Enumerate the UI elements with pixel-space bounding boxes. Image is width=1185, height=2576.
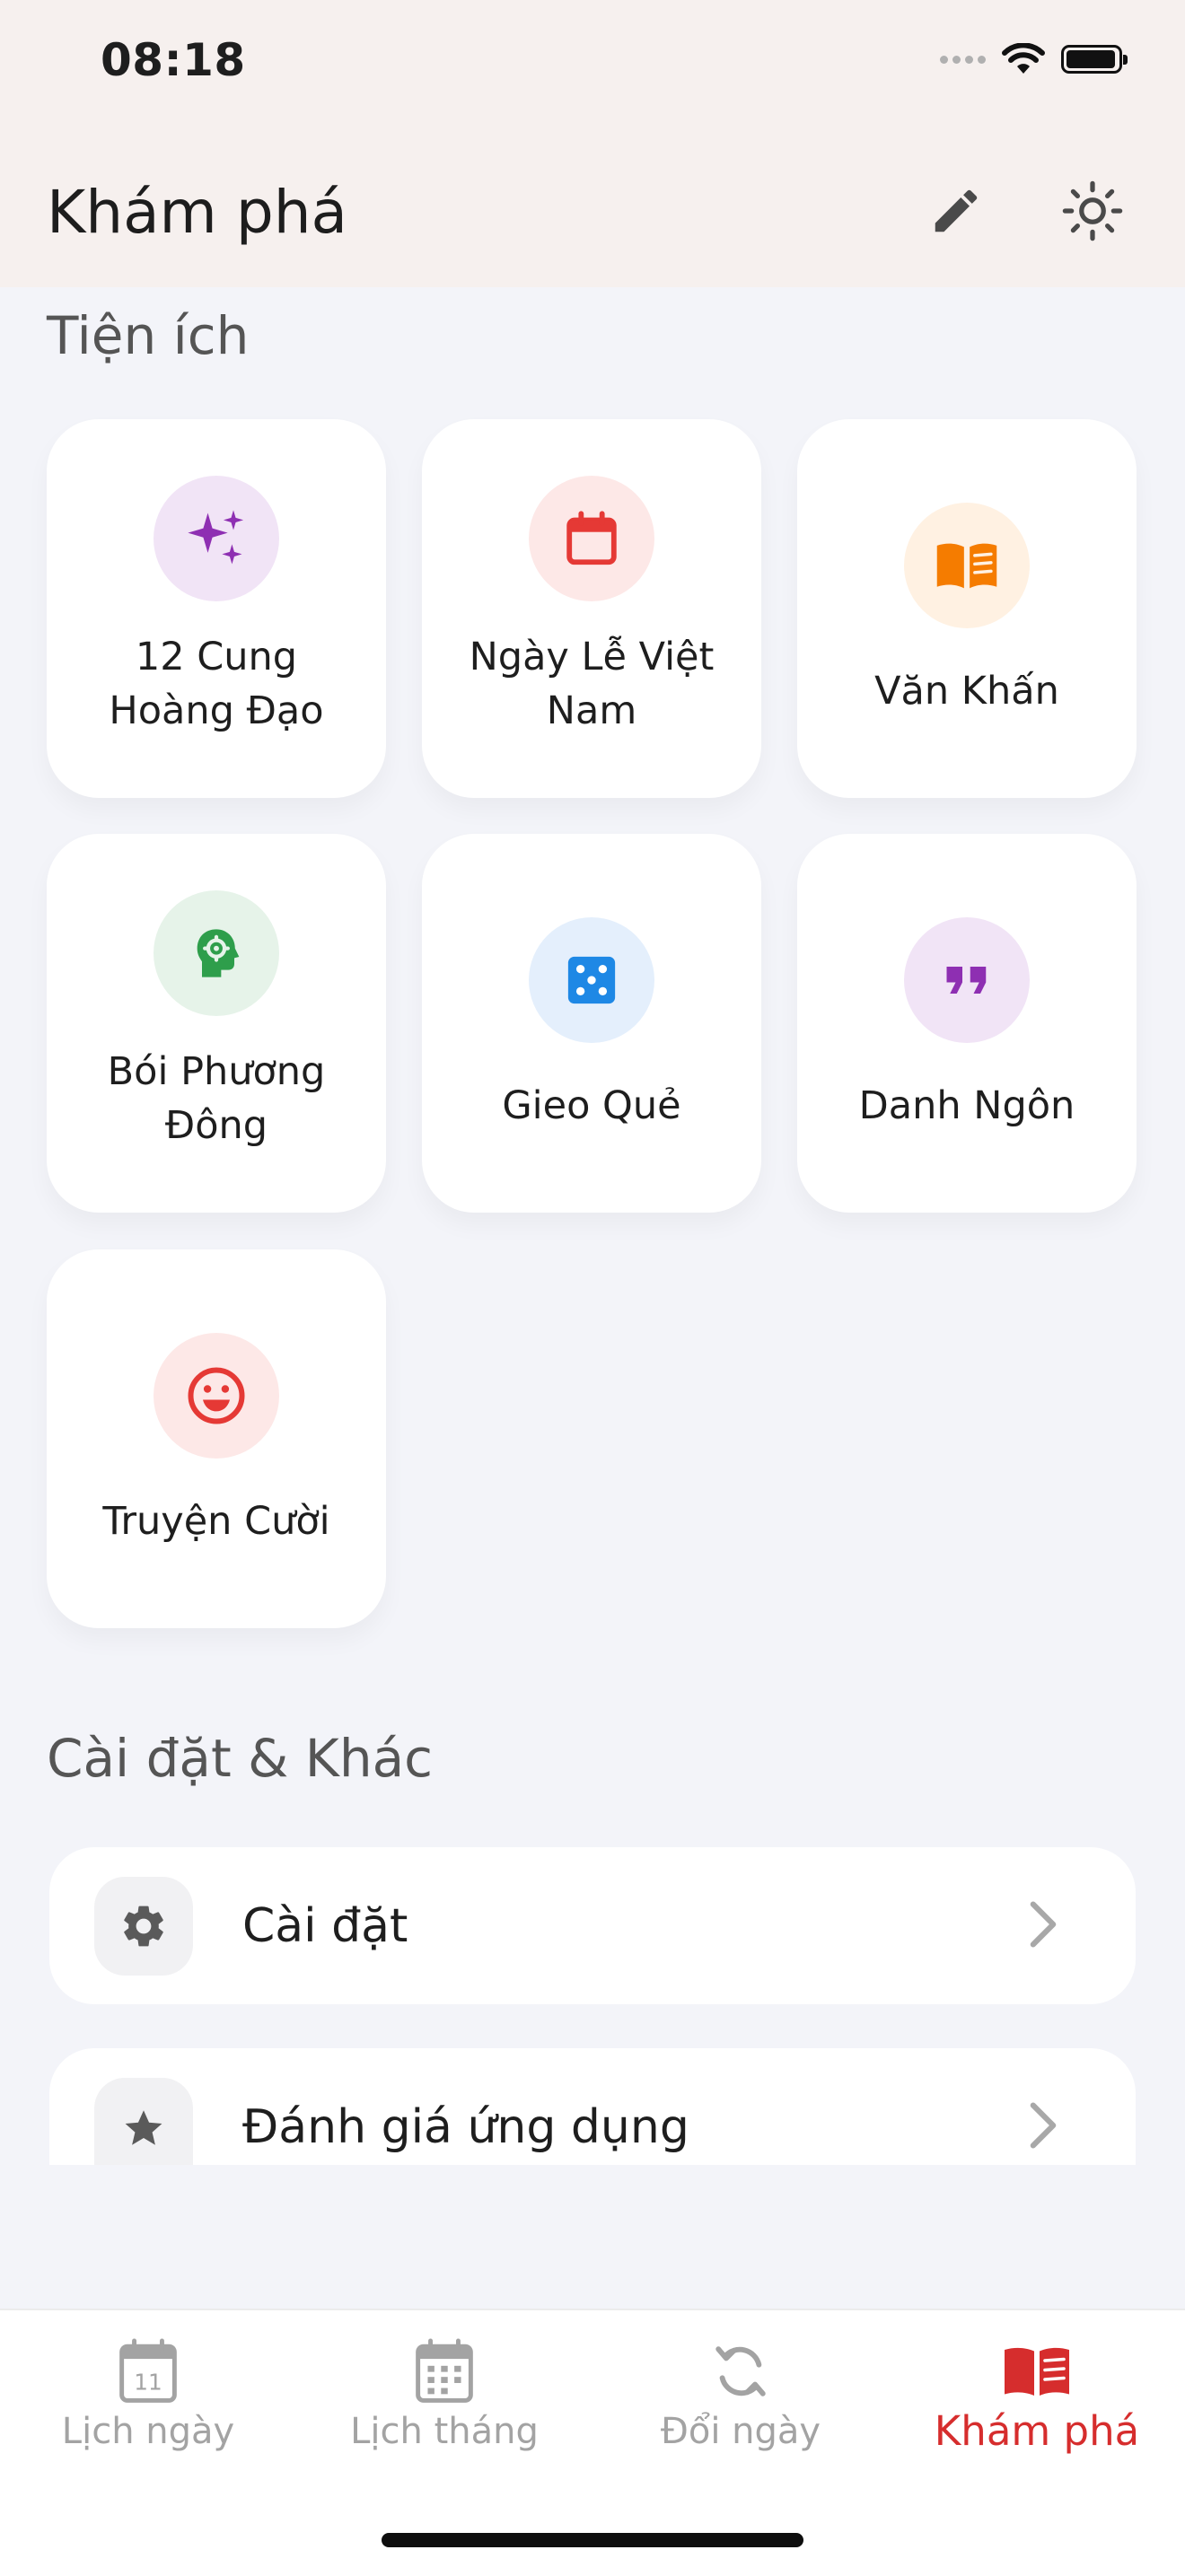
nav-icon-wrap [592,2337,889,2405]
nav-item-month-calendar[interactable]: Lịch tháng [296,2310,592,2490]
calendar-day-number: 11 [134,2369,162,2395]
nav-item-convert-date[interactable]: Đổi ngày [592,2310,889,2490]
list-item-label: Đánh giá ứng dụng [242,2100,689,2154]
tile-divination-icon-bg [529,917,654,1043]
rate-app-icon-bg [94,2078,193,2165]
day-calendar-icon: 11 [119,2338,177,2403]
quote-icon [946,967,987,994]
open-book-icon [936,543,997,589]
tile-divination[interactable]: Gieo Quẻ [422,834,761,1213]
rate-app-list-item[interactable]: Đánh giá ứng dụng [49,2048,1136,2165]
tile-jokes-icon-bg [154,1333,279,1459]
tile-prayers[interactable]: Văn Khấn [797,419,1137,798]
nav-icon-wrap [889,2337,1185,2405]
nav-label: Lịch tháng [350,2411,539,2452]
chevron-right-icon [1030,2102,1057,2149]
calendar-icon [566,511,617,565]
nav-label: Lịch ngày [61,2411,235,2452]
nav-item-explore[interactable]: Khám phá [889,2310,1185,2490]
tile-label: Truyện Cười [102,1499,330,1544]
tile-holidays[interactable]: Ngày Lễ Việt Nam [422,419,761,798]
head-gear-icon [197,929,240,977]
settings-section-title: Cài đặt & Khác [47,1728,434,1789]
tile-holidays-icon-bg [529,476,654,601]
tile-label: Ngày Lễ Việt Nam [469,635,715,733]
pencil-icon [935,189,978,232]
status-icons [940,43,1128,75]
sun-icon [1062,180,1123,241]
tile-eastern-fortune-icon-bg [154,890,279,1016]
nav-label: Khám phá [934,2407,1140,2455]
settings-icon-bg [94,1877,193,1976]
battery-icon [1061,45,1128,74]
tile-label: Danh Ngôn [858,1083,1075,1128]
theme-toggle-button[interactable] [1052,171,1133,251]
chevron-right-icon [1030,1901,1057,1948]
tile-quotes-icon-bg [904,917,1030,1043]
sync-icon [715,2346,766,2396]
status-time: 08:18 [101,34,246,86]
utilities-section-title: Tiện ích [47,305,250,366]
tile-jokes[interactable]: Truyện Cười [47,1249,386,1628]
tile-zodiac[interactable]: 12 Cung Hoàng Đạo [47,419,386,798]
tile-eastern-fortune[interactable]: Bói Phương Đông [47,834,386,1213]
smiley-icon [188,1367,245,1424]
month-calendar-icon [416,2338,473,2403]
book-icon [1005,2347,1069,2396]
tile-label: 12 Cung Hoàng Đạo [109,635,324,733]
star-icon [125,2109,162,2145]
tile-label: Văn Khấn [874,669,1059,714]
tile-zodiac-icon-bg [154,476,279,601]
page-title: Khám phá [47,178,347,247]
tile-label: Bói Phương Đông [107,1049,326,1148]
app-header: Khám phá [0,135,1185,287]
nav-label: Đổi ngày [660,2411,821,2452]
edit-button[interactable] [916,171,996,251]
list-item-label: Cài đặt [242,1899,408,1953]
sparkles-icon [188,510,244,565]
settings-list-item[interactable]: Cài đặt [49,1847,1136,2004]
tile-prayers-icon-bg [904,503,1030,628]
tile-label: Gieo Quẻ [502,1083,681,1128]
gear-icon [124,1906,163,1947]
nav-item-day-calendar[interactable]: 11 Lịch ngày [0,2310,296,2490]
dice-icon [567,956,616,1004]
nav-icon-wrap: 11 [0,2337,296,2405]
status-bar: 08:18 [0,0,1185,135]
tile-quotes[interactable]: Danh Ngôn [797,834,1137,1213]
wifi-icon [1002,43,1045,74]
home-indicator [382,2533,803,2547]
nav-icon-wrap [296,2337,592,2405]
cellular-signal-icon [940,55,986,64]
